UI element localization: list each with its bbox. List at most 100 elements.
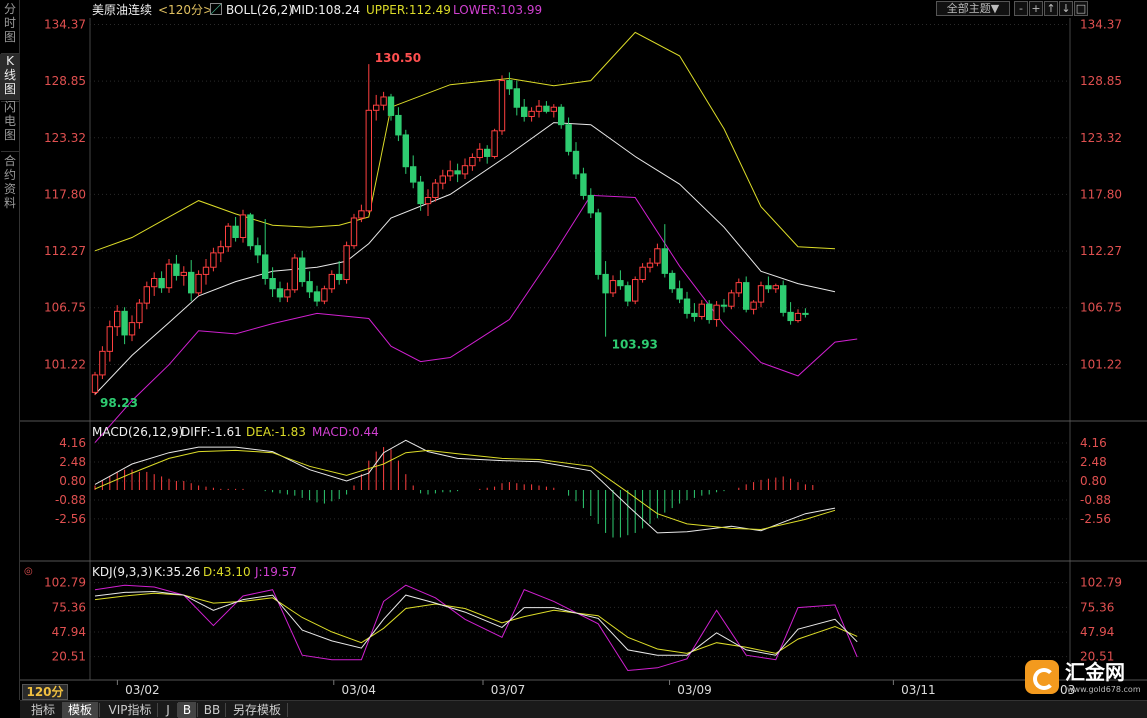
macd-axis-label-right: 2.48 bbox=[1080, 455, 1107, 469]
candle-body bbox=[565, 124, 572, 152]
date-label: 03/07 bbox=[491, 683, 526, 697]
kdj-j-value: J:19.57 bbox=[255, 565, 297, 579]
candle-body bbox=[595, 212, 602, 275]
candle-body bbox=[691, 312, 698, 317]
price-axis-label-right: 117.80 bbox=[1080, 187, 1122, 201]
candle-body bbox=[646, 262, 654, 268]
candle-body bbox=[247, 214, 254, 247]
zoom-in-button[interactable]: + bbox=[1029, 1, 1043, 16]
date-label: 03/02 bbox=[125, 683, 160, 697]
candle-body bbox=[735, 282, 742, 294]
boll-lower-value: LOWER:103.99 bbox=[453, 3, 543, 17]
candle-body bbox=[210, 252, 217, 268]
candle-body bbox=[528, 110, 535, 117]
candle-body bbox=[580, 173, 587, 196]
candle-body bbox=[321, 288, 328, 302]
candle-body bbox=[136, 302, 143, 324]
kdj-k-value: K:35.26 bbox=[154, 565, 201, 579]
boll-label: BOLL(26,2) bbox=[226, 3, 293, 17]
bottom-tab[interactable]: B bbox=[178, 702, 196, 718]
boll-upper-value: UPPER:112.49 bbox=[366, 3, 451, 17]
kdj-j-line bbox=[94, 584, 858, 672]
kline-chart[interactable]: 134.37 134.37 128.85 128.85 123.32 123.32 117.… bbox=[0, 0, 1147, 700]
candle-body bbox=[239, 214, 247, 238]
price-axis-label-right: 134.37 bbox=[1080, 17, 1122, 31]
candle-body bbox=[743, 282, 750, 310]
price-axis-label-right: 101.22 bbox=[1080, 357, 1122, 371]
maximize-button[interactable]: □ bbox=[1074, 1, 1088, 16]
candle-body bbox=[587, 194, 594, 214]
candle-body bbox=[802, 312, 809, 315]
kdj-settings-icon[interactable]: ◎ bbox=[24, 565, 33, 579]
period-button[interactable]: 120分 bbox=[22, 684, 68, 700]
candle-body bbox=[617, 280, 624, 287]
boll-upper-line bbox=[94, 31, 836, 252]
candle-body bbox=[276, 288, 284, 298]
bottom-tab-divider bbox=[197, 703, 198, 717]
price-axis-label-right: 123.32 bbox=[1080, 131, 1122, 145]
candle-body bbox=[387, 96, 395, 116]
candle-body bbox=[262, 254, 269, 280]
macd-axis-label-left: 2.48 bbox=[59, 455, 86, 469]
scroll-down-button[interactable]: ↓ bbox=[1059, 1, 1073, 16]
bottom-tab-divider bbox=[225, 703, 226, 717]
candle-body bbox=[350, 217, 358, 247]
macd-axis-label-right: 0.80 bbox=[1080, 474, 1107, 488]
bottom-tab[interactable]: 另存模板 bbox=[228, 702, 286, 718]
bottom-tab[interactable]: 指标 bbox=[24, 702, 62, 718]
candle-body bbox=[121, 310, 128, 336]
scroll-up-button[interactable]: ↑ bbox=[1044, 1, 1058, 16]
candle-body bbox=[380, 96, 387, 106]
macd-axis-label-right: -0.88 bbox=[1080, 493, 1111, 507]
candle-body bbox=[195, 273, 202, 294]
candle-body bbox=[543, 105, 550, 112]
period-label[interactable]: <120分> bbox=[158, 3, 213, 17]
candle-body bbox=[550, 106, 557, 112]
date-label: 03/09 bbox=[677, 683, 712, 697]
bottom-tab[interactable]: VIP指标 bbox=[104, 702, 156, 718]
minimize-button[interactable]: - bbox=[1014, 1, 1028, 16]
boll-icon bbox=[210, 3, 222, 15]
kdj-axis-label-left: 20.51 bbox=[52, 650, 86, 664]
candle-body bbox=[654, 248, 661, 264]
candle-body bbox=[373, 104, 380, 111]
candle-body bbox=[498, 80, 506, 132]
candle-body bbox=[476, 148, 484, 158]
candle-body bbox=[484, 148, 491, 157]
bottom-tab[interactable]: J bbox=[160, 702, 176, 718]
candle-body bbox=[454, 170, 461, 175]
candle-body bbox=[395, 114, 402, 136]
date-label: 03/11 bbox=[901, 683, 936, 697]
bottom-toolbar: 指标 模板 VIP指标 J B BB 另存模板 bbox=[20, 700, 1147, 718]
candle-body bbox=[750, 301, 757, 310]
candle-body bbox=[417, 181, 424, 205]
candle-body bbox=[469, 156, 476, 167]
candle-body bbox=[720, 304, 728, 307]
candle-body bbox=[683, 298, 691, 314]
candle-body bbox=[521, 106, 528, 117]
bottom-tab[interactable]: 模板 bbox=[62, 702, 98, 718]
candle-body bbox=[299, 257, 306, 283]
price-axis-label-right: 112.27 bbox=[1080, 244, 1122, 258]
kdj-axis-label-left: 75.36 bbox=[52, 600, 86, 614]
candle-body bbox=[202, 266, 210, 275]
candle-body bbox=[669, 272, 676, 290]
theme-select-button[interactable]: 全部主题▼ bbox=[936, 1, 1010, 16]
brand-logo: 汇金网 www.gold678.com bbox=[1025, 658, 1145, 698]
candle-body bbox=[535, 105, 543, 112]
macd-axis-label-right: -2.56 bbox=[1080, 512, 1111, 526]
candle-body bbox=[254, 245, 262, 256]
candle-body bbox=[343, 245, 350, 281]
bottom-tab-divider bbox=[157, 703, 158, 717]
candle-body bbox=[410, 166, 417, 183]
candle-body bbox=[787, 311, 794, 322]
candle-body bbox=[432, 182, 439, 198]
symbol-title: 美原油连续 bbox=[92, 3, 153, 17]
candle-body bbox=[143, 286, 151, 304]
candle-body bbox=[491, 130, 498, 157]
candle-body bbox=[632, 279, 639, 302]
bottom-tab[interactable]: BB bbox=[200, 702, 224, 718]
kdj-label: KDJ(9,3,3) bbox=[92, 565, 153, 579]
candle-body bbox=[698, 303, 705, 317]
candle-body bbox=[232, 225, 239, 238]
